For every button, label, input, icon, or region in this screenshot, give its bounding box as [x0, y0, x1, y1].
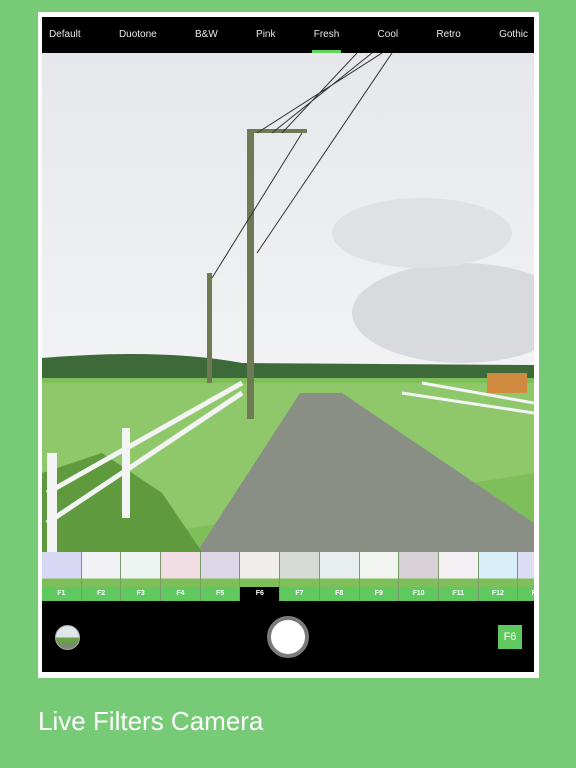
filter-thumbnail[interactable]: F2 — [81, 552, 122, 601]
tab-bw[interactable]: B&W — [195, 17, 218, 53]
filter-label: F4 — [161, 587, 200, 601]
camera-controls: F6 — [42, 601, 534, 672]
filter-preview-image — [518, 552, 534, 587]
filter-label: F6 — [240, 587, 280, 601]
filter-thumbnail[interactable]: F6 — [240, 552, 281, 601]
filter-label: F11 — [438, 587, 478, 601]
filter-thumbnail[interactable]: F7 — [280, 552, 320, 601]
filter-thumbnail[interactable]: F10 — [399, 552, 439, 601]
filter-thumbnail[interactable]: F1 — [42, 552, 82, 601]
gallery-thumbnail-button[interactable] — [55, 625, 80, 650]
tab-fresh[interactable]: Fresh — [311, 17, 341, 53]
filter-thumbnail[interactable]: F3 — [121, 552, 162, 601]
filter-preview-image — [359, 552, 399, 587]
filter-preview-image — [161, 552, 200, 587]
filter-category-tabs: Default Duotone B&W Pink Fresh Cool Retro Gothi… — [42, 17, 534, 53]
camera-screen: Default Duotone B&W Pink Fresh Cool Retro Gothi… — [42, 17, 534, 672]
filter-preview-image — [81, 552, 121, 587]
caption-title: Live Filters Camera — [38, 706, 264, 736]
filter-thumbnail[interactable]: F9 — [359, 552, 400, 601]
filter-preview-image — [200, 552, 240, 587]
tab-retro[interactable]: Retro — [436, 17, 460, 53]
tab-duotone[interactable]: Duotone — [119, 17, 157, 53]
filter-preview-image — [438, 552, 478, 587]
filter-label: F12 — [478, 587, 518, 601]
tab-pink[interactable]: Pink — [256, 17, 275, 53]
device-frame: Default Duotone B&W Pink Fresh Cool Retro Gothi… — [38, 12, 539, 678]
filter-preview-image — [478, 552, 518, 587]
filter-preview-image — [121, 552, 161, 587]
tab-gothic[interactable]: Gothic — [499, 17, 528, 53]
filter-label: F5 — [200, 587, 240, 601]
shutter-button[interactable] — [267, 616, 309, 658]
filter-label: F1 — [42, 587, 81, 601]
filter-preview-image — [240, 552, 280, 587]
filter-label: F10 — [399, 587, 438, 601]
filter-thumbnail[interactable]: F12 — [478, 552, 519, 601]
tab-cool[interactable]: Cool — [378, 17, 399, 53]
filter-thumbnail[interactable]: F4 — [161, 552, 201, 601]
current-filter-badge[interactable]: F6 — [498, 625, 522, 649]
filter-preview-image — [42, 552, 81, 587]
filter-thumbnail[interactable]: F8 — [319, 552, 360, 601]
camera-preview — [42, 52, 534, 552]
filter-label: F8 — [319, 587, 359, 601]
filter-label: F3 — [121, 587, 161, 601]
filter-preview-image — [319, 552, 359, 587]
filter-thumbnail[interactable]: F13 — [518, 552, 534, 601]
filter-label: F9 — [359, 587, 399, 601]
filter-preview-image — [399, 552, 438, 587]
filter-thumbnail-strip[interactable]: F1F2F3F4F5F6F7F8F9F10F11F12F13 — [42, 552, 534, 601]
filter-label: F7 — [280, 587, 319, 601]
filter-label: F13 — [518, 587, 534, 601]
filter-label: F2 — [81, 587, 121, 601]
tab-default[interactable]: Default — [49, 17, 81, 53]
filter-thumbnail[interactable]: F11 — [438, 552, 479, 601]
filter-thumbnail[interactable]: F5 — [200, 552, 241, 601]
filter-preview-image — [280, 552, 319, 587]
